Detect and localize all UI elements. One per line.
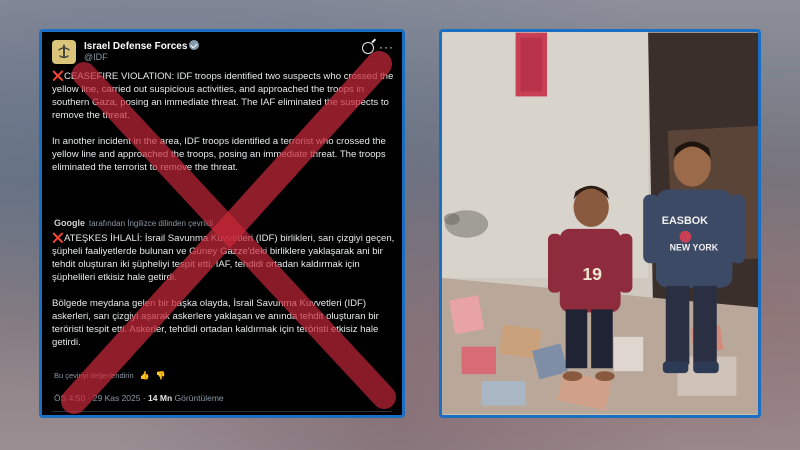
shirt-number: 19 (582, 264, 602, 284)
thumbs-down-icon[interactable]: 👎 (156, 371, 166, 380)
verified-badge-icon (189, 40, 200, 50)
account-handle[interactable]: @IDF (84, 52, 108, 62)
views-label: Görüntüleme (174, 393, 224, 403)
cross-mark-icon: ❌ (52, 71, 64, 82)
thumbs-up-icon[interactable]: 👍 (140, 371, 150, 380)
photo-illustration: 19 EASBOK NEW YORK (442, 32, 758, 415)
shirt-text-bottom: NEW YORK (670, 242, 719, 252)
account-name-text: Israel Defense Forces (84, 41, 188, 52)
tweet-date[interactable]: 29 Kas 2025 (93, 393, 141, 403)
tweet-paragraph-1-text: CEASEFIRE VIOLATION: IDF troops identifi… (52, 71, 394, 121)
tweet-paragraph-2: In another incident in the area, IDF tro… (52, 135, 400, 174)
cross-mark-icon: ❌ (52, 233, 64, 244)
views-count: 14 Mn (148, 393, 173, 403)
translated-paragraph-1-text: ATEŞKES İHLALİ: İsrail Savunma Kuvvetler… (52, 233, 395, 283)
idf-emblem-icon (58, 44, 70, 59)
divider (52, 411, 392, 412)
translated-paragraph-2-text: Bölgede meydana gelen bir başka olayda, … (52, 298, 379, 348)
tweet-meta: ÖS 4:50 · 29 Kas 2025 · 14 Mn Görüntülem… (54, 393, 224, 403)
tweet-paragraph-1: ❌CEASEFIRE VIOLATION: IDF troops identif… (52, 70, 400, 122)
tweet-screenshot: Israel Defense Forces @IDF ··· ❌CEASEFIR… (39, 29, 405, 418)
grok-icon[interactable] (362, 42, 374, 54)
translation-attribution[interactable]: Google tarafından İngilizce dilinden çevr… (54, 218, 213, 228)
idf-logo-avatar[interactable] (52, 40, 76, 64)
translated-paragraph-2: Bölgede meydana gelen bir başka olayda, … (52, 297, 400, 349)
rate-translation-label: Bu çeviriyi değerlendirin (54, 371, 134, 380)
tweet-paragraph-2-text: In another incident in the area, IDF tro… (52, 136, 386, 173)
account-name[interactable]: Israel Defense Forces (84, 40, 200, 52)
translated-paragraph-1: ❌ATEŞKES İHLALİ: İsrail Savunma Kuvvetle… (52, 232, 400, 284)
tweet-original-text: ❌CEASEFIRE VIOLATION: IDF troops identif… (52, 70, 400, 187)
google-logo: Google (54, 218, 85, 228)
shirt-text-top: EASBOK (662, 215, 708, 227)
tweet-header: Israel Defense Forces @IDF ··· (52, 38, 396, 66)
translation-note-text: tarafından İngilizce dilinden çevrildi (89, 219, 214, 228)
photo-two-children: 19 EASBOK NEW YORK (439, 29, 761, 418)
rate-translation: Bu çeviriyi değerlendirin 👍 👎 (54, 371, 166, 380)
more-options-icon[interactable]: ··· (379, 40, 394, 54)
tweet-time[interactable]: ÖS 4:50 (54, 393, 85, 403)
tweet-translated-text: ❌ATEŞKES İHLALİ: İsrail Savunma Kuvvetle… (52, 232, 400, 362)
